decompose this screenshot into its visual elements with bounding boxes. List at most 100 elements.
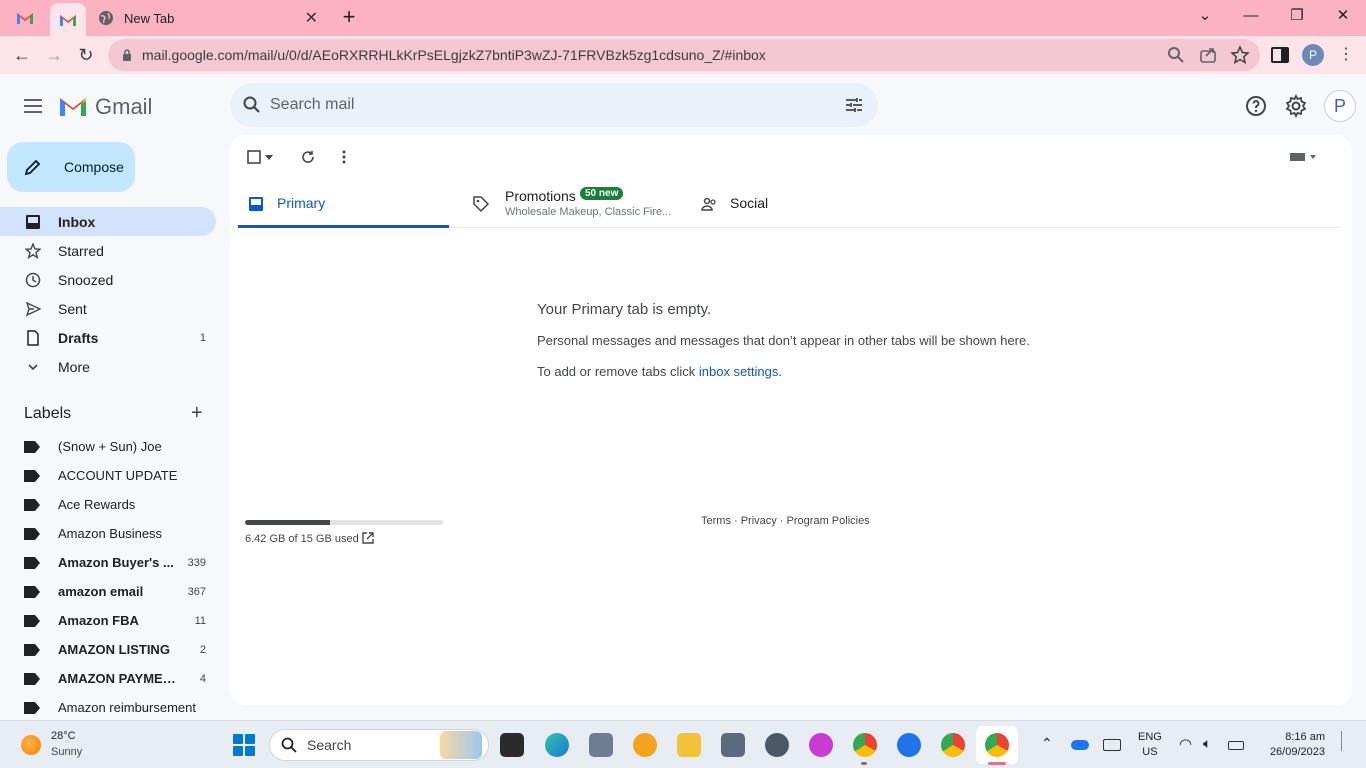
label-item[interactable]: ACCOUNT UPDATE [0, 461, 216, 490]
search-icon[interactable] [242, 95, 262, 115]
label-tag-icon [24, 556, 40, 569]
tray-overflow-icon[interactable]: ⌃ [1041, 735, 1053, 752]
main-menu-icon[interactable] [22, 96, 44, 116]
tab-social[interactable]: Social [700, 185, 900, 228]
search-options-icon[interactable] [844, 95, 864, 115]
tab-promotions[interactable]: Promotions 50 new Wholesale Makeup, Clas… [472, 185, 692, 228]
nav-item-snoozed[interactable]: Snoozed [0, 265, 216, 294]
refresh-icon[interactable] [298, 147, 318, 167]
profile-avatar[interactable]: P [1302, 44, 1324, 66]
wps-office-icon[interactable] [809, 733, 833, 757]
nav-label: Inbox [58, 213, 96, 230]
system-clock[interactable]: 8:16 am 26/09/2023 [1259, 730, 1325, 760]
share-icon[interactable] [1198, 45, 1218, 65]
keyboard-input-icon[interactable] [1288, 147, 1320, 167]
battery-icon[interactable] [1228, 741, 1244, 750]
wifi-icon[interactable]: ◠ [1179, 735, 1192, 753]
tab-search-icon[interactable]: ⌄ [1193, 4, 1217, 28]
url-text: mail.google.com/mail/u/0/d/AEoRXRRHLkKrP… [142, 47, 766, 63]
gmail-icon [17, 13, 33, 24]
tab-new-tab[interactable]: New Tab ✕ [90, 0, 328, 36]
new-tab-button[interactable]: + [338, 6, 360, 28]
file-explorer-icon[interactable] [677, 733, 701, 757]
nav-item-starred[interactable]: Starred [0, 236, 216, 265]
restore-button[interactable]: ❐ [1285, 4, 1309, 28]
minimize-button[interactable]: — [1239, 4, 1263, 28]
gmail-wordmark: Gmail [95, 94, 153, 119]
keyboard-icon[interactable] [1103, 739, 1121, 751]
nav-item-drafts[interactable]: Drafts 1 [0, 323, 216, 352]
label-item[interactable]: Amazon reimbursement [0, 693, 216, 722]
label-item[interactable]: AMAZON PAYMENT 4 [0, 664, 216, 693]
account-avatar[interactable]: P [1324, 90, 1356, 122]
browser-menu-icon[interactable]: ⋮ [1334, 43, 1358, 67]
label-name: AMAZON PAYMENT [58, 671, 178, 686]
vpn-app-icon[interactable] [633, 733, 657, 757]
more-options-icon[interactable] [334, 147, 354, 167]
nav-item-inbox[interactable]: Inbox [0, 207, 216, 236]
show-desktop-button[interactable] [1341, 731, 1349, 751]
tab-snippet: Wholesale Makeup, Classic Fire... [505, 206, 672, 218]
external-link-icon[interactable] [361, 531, 375, 545]
label-item[interactable]: amazon email 367 [0, 577, 216, 606]
label-item[interactable]: Amazon Buyer's ... 339 [0, 548, 216, 577]
nav-item-more[interactable]: More [0, 352, 216, 381]
weather-temperature[interactable]: 28°C [51, 730, 76, 742]
help-icon[interactable] [1244, 94, 1268, 118]
start-button[interactable] [233, 734, 255, 756]
side-panel-icon[interactable] [1271, 46, 1289, 64]
tab-primary[interactable]: Primary [238, 185, 449, 228]
settings-gear-icon[interactable] [1284, 94, 1308, 118]
settings-app-icon[interactable] [765, 733, 789, 757]
select-dropdown-icon[interactable] [262, 147, 276, 167]
label-name: ACCOUNT UPDATE [58, 468, 178, 483]
back-button[interactable]: ← [10, 43, 34, 67]
task-view-icon[interactable] [500, 733, 524, 757]
label-item[interactable]: Ace Rewards [0, 490, 216, 519]
label-tag-icon [24, 672, 40, 685]
people-icon [701, 197, 716, 211]
footer-links[interactable]: Terms · Privacy · Program Policies [701, 515, 870, 527]
storage-usage-text: 6.42 GB of 15 GB used [245, 533, 359, 545]
compose-button[interactable]: Compose [7, 142, 135, 192]
search-highlight-icon[interactable] [440, 731, 482, 759]
edge-browser-icon[interactable] [545, 733, 569, 757]
globe-icon [99, 11, 113, 25]
gmail-logo[interactable] [58, 94, 88, 118]
inbox-settings-link[interactable]: inbox settings [699, 364, 779, 379]
forward-button[interactable]: → [42, 43, 66, 67]
nav-item-sent[interactable]: Sent [0, 294, 216, 323]
search-icon [281, 737, 297, 753]
close-tab-icon[interactable]: ✕ [305, 8, 318, 28]
volume-icon[interactable]: 🔈︎ [1203, 735, 1211, 752]
label-name: Ace Rewards [58, 497, 136, 512]
search-input[interactable] [270, 96, 790, 114]
onedrive-icon[interactable] [1071, 740, 1089, 750]
storage-meter-fill [245, 520, 330, 525]
zoom-app-icon[interactable] [897, 733, 921, 757]
camera-icon[interactable] [721, 733, 745, 757]
address-bar[interactable]: mail.google.com/mail/u/0/d/AEoRXRRHLkKrP… [108, 39, 1260, 71]
label-item[interactable]: Amazon Business [0, 519, 216, 548]
label-item[interactable]: AMAZON LISTING 2 [0, 635, 216, 664]
label-item[interactable]: Amazon FBA 11 [0, 606, 216, 635]
add-label-icon[interactable]: + [191, 403, 203, 423]
reload-button[interactable]: ↻ [74, 43, 98, 67]
input-language[interactable]: ENG US [1138, 730, 1162, 760]
weather-condition[interactable]: Sunny [51, 746, 82, 758]
bookmark-star-icon[interactable] [1230, 45, 1250, 65]
close-window-button[interactable]: ✕ [1331, 4, 1355, 28]
chrome-profile-2-icon[interactable] [941, 733, 965, 757]
tab-gmail-1[interactable] [16, 0, 42, 36]
clock-date: 26/09/2023 [1269, 746, 1325, 758]
label-item[interactable]: (Snow + Sun) Joe [0, 432, 216, 461]
chrome-profile-1-icon[interactable] [853, 733, 877, 757]
search-bar[interactable] [230, 83, 878, 127]
weather-sun-icon[interactable] [21, 735, 41, 755]
select-all-checkbox[interactable] [244, 147, 264, 167]
label-count: 367 [187, 585, 206, 598]
zoom-icon[interactable] [1166, 45, 1186, 65]
calculator-icon[interactable] [589, 733, 613, 757]
nav-count: 1 [199, 331, 206, 344]
tab-gmail-2[interactable] [50, 3, 86, 36]
